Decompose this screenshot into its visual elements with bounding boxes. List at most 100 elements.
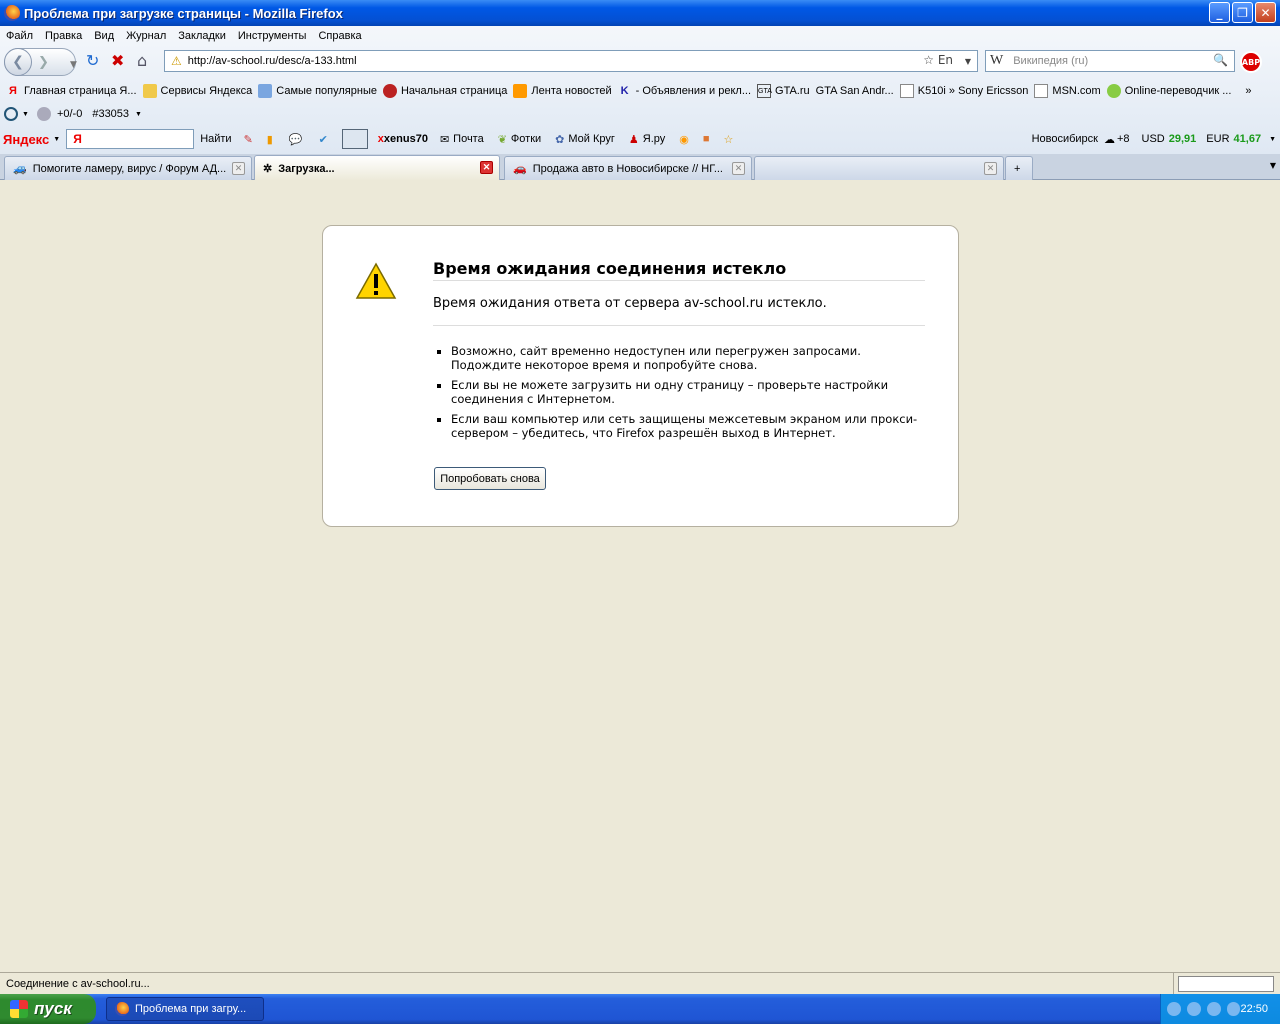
progress-bar — [1178, 976, 1274, 992]
start-button[interactable]: пуск — [0, 994, 96, 1024]
tab-close-button[interactable]: ✕ — [232, 162, 245, 175]
car-icon: 🚗 — [513, 163, 527, 175]
speech-icon[interactable]: 💬 — [289, 133, 303, 146]
check-icon[interactable]: ✔ — [319, 133, 328, 146]
bookmark-item[interactable]: Начальная страница — [382, 84, 507, 98]
pencil-icon[interactable]: ✎ — [244, 133, 253, 146]
error-short-desc: Время ожидания ответа от сервера av-scho… — [433, 296, 925, 326]
tab-close-button[interactable]: ✕ — [480, 161, 493, 174]
number-dropdown-icon[interactable]: ▼ — [135, 111, 142, 118]
weather-icon: ☁ — [1103, 133, 1115, 146]
mail-link[interactable]: Почта — [453, 133, 484, 145]
forward-button[interactable]: ❯ — [38, 55, 49, 70]
temperature: +8 — [1116, 133, 1130, 145]
extension-dropdown-icon[interactable]: ▼ — [22, 111, 29, 118]
yandex-dropdown-icon[interactable]: ▼ — [53, 136, 60, 143]
warning-icon: ⚠ — [171, 54, 182, 68]
k-icon: K — [620, 85, 629, 97]
bookmarks-overflow-icon[interactable]: » — [1245, 85, 1251, 97]
tab-empty[interactable]: ✕ — [754, 156, 1004, 180]
clock[interactable]: 22:50 — [1240, 1003, 1268, 1015]
menu-help[interactable]: Справка — [312, 30, 367, 42]
star-icon[interactable]: ☆ — [724, 133, 734, 146]
back-button[interactable]: ❮ — [4, 48, 32, 76]
bookmark-item[interactable]: Online-переводчик ... — [1106, 84, 1231, 98]
yandex-logo[interactable]: Яндекс — [3, 132, 49, 147]
circle-icon: ✿ — [555, 133, 565, 146]
back-forward-group: ❮ ❯ — [4, 48, 76, 76]
translate-box-icon[interactable] — [341, 129, 368, 149]
menu-edit[interactable]: Правка — [39, 30, 88, 42]
yandex-find-button[interactable]: Найти — [200, 133, 231, 145]
photos-link[interactable]: Фотки — [511, 133, 541, 145]
menu-history[interactable]: Журнал — [120, 30, 172, 42]
reload-icon[interactable]: ↻ — [86, 52, 99, 70]
tab-close-button[interactable]: ✕ — [732, 162, 745, 175]
window-title: Проблема при загрузке страницы - Mozilla… — [24, 5, 343, 21]
bookmark-item[interactable]: Лента новостей — [513, 84, 612, 98]
bookmark-item[interactable]: Сервисы Яндекса — [142, 84, 252, 98]
bookmarks-toolbar: Я Главная страница Я... Сервисы Яндекса С… — [0, 80, 1280, 102]
bookmark-item[interactable]: GTA San Andr... — [816, 85, 894, 97]
tab-cars[interactable]: 🚗 Продажа авто в Новосибирске // НГ... ✕ — [504, 156, 752, 180]
menu-bookmarks[interactable]: Закладки — [172, 30, 232, 42]
status-divider — [1173, 973, 1174, 995]
close-window-button[interactable]: ✕ — [1255, 2, 1276, 23]
user-name[interactable]: xxenus70 — [378, 133, 428, 145]
toolbar-overflow-icon[interactable]: ▼ — [1269, 136, 1276, 143]
search-box[interactable]: W Википедия (ru) 🔍 — [985, 50, 1235, 72]
adblock-icon[interactable]: ABP — [1240, 51, 1262, 73]
popular-icon — [258, 84, 273, 98]
bookmark-item[interactable]: Самые популярные — [258, 84, 377, 98]
gta-icon: GTA — [757, 84, 772, 98]
counter-text: +0/-0 — [56, 108, 83, 120]
menu-file[interactable]: Файл — [0, 30, 39, 42]
bookmark-item[interactable]: GTA GTA.ru — [757, 84, 810, 98]
stop-icon[interactable]: ✖ — [111, 52, 124, 70]
yaru-icon: ♟ — [628, 133, 639, 146]
rss-icon[interactable]: ◉ — [679, 133, 689, 146]
windows-logo-icon — [10, 1000, 28, 1018]
bookmark-item[interactable]: Я Главная страница Я... — [6, 84, 136, 98]
folder-icon — [142, 84, 157, 98]
network-icon[interactable] — [1186, 1002, 1201, 1016]
tab-close-button[interactable]: ✕ — [984, 162, 997, 175]
url-bar[interactable]: ⚠ http://av-school.ru/desc/a-133.html ☆ … — [164, 50, 978, 72]
tab-loading[interactable]: ✲ Загрузка... ✕ — [254, 155, 500, 181]
wikipedia-icon[interactable]: W — [986, 53, 1007, 69]
menu-view[interactable]: Вид — [88, 30, 120, 42]
yandex-search-input[interactable] — [66, 129, 195, 149]
yaru-link[interactable]: Я.ру — [643, 133, 666, 145]
lang-indicator: En — [937, 53, 954, 67]
briefcase-icon[interactable]: ■ — [703, 133, 710, 145]
city-label[interactable]: Новосибирск — [1032, 133, 1098, 145]
home-icon[interactable]: ⌂ — [137, 52, 147, 70]
tab-list-icon[interactable]: ▼ — [1270, 161, 1276, 170]
minimize-button[interactable]: _ — [1209, 2, 1230, 23]
window-titlebar: Проблема при загрузке страницы - Mozilla… — [0, 0, 1280, 26]
tab-forum[interactable]: 🚙 Помогите ламеру, вирус / Форум АД... ✕ — [4, 156, 252, 180]
new-tab-button[interactable]: + — [1005, 156, 1033, 180]
menu-tools[interactable]: Инструменты — [232, 30, 313, 42]
url-bar-right: ☆ En ▼ — [923, 53, 971, 67]
history-dropdown-icon[interactable]: ▼ — [70, 56, 77, 74]
eur-value: 41,67 — [1233, 133, 1262, 145]
search-icon[interactable]: 🔍 — [1213, 53, 1228, 67]
translate-icon — [1106, 84, 1121, 98]
retry-button[interactable]: Попробовать снова — [434, 467, 546, 490]
antivirus-icon[interactable] — [1226, 1002, 1241, 1016]
bookmark-item[interactable]: MSN.com — [1034, 84, 1101, 98]
tray-arrow-icon[interactable] — [1167, 1002, 1181, 1016]
error-title: Время ожидания соединения истекло — [433, 259, 925, 281]
restore-button[interactable]: ❐ — [1232, 2, 1253, 23]
extension-logo-icon[interactable] — [4, 107, 18, 121]
bookmark-item[interactable]: K510i » Sony Ericsson — [899, 84, 1028, 98]
url-dropdown-icon[interactable]: ▼ — [965, 57, 971, 66]
star-icon[interactable]: ☆ — [923, 53, 934, 67]
bookmark-item[interactable]: K- Объявления и рекл... — [618, 84, 751, 98]
bars-icon[interactable]: ▮ — [267, 133, 273, 146]
mail-icon: ✉ — [439, 133, 450, 146]
info-icon[interactable] — [1206, 1002, 1221, 1016]
circle-link[interactable]: Мой Круг — [568, 133, 615, 145]
taskbar-firefox-button[interactable]: Проблема при загру... — [106, 997, 264, 1021]
